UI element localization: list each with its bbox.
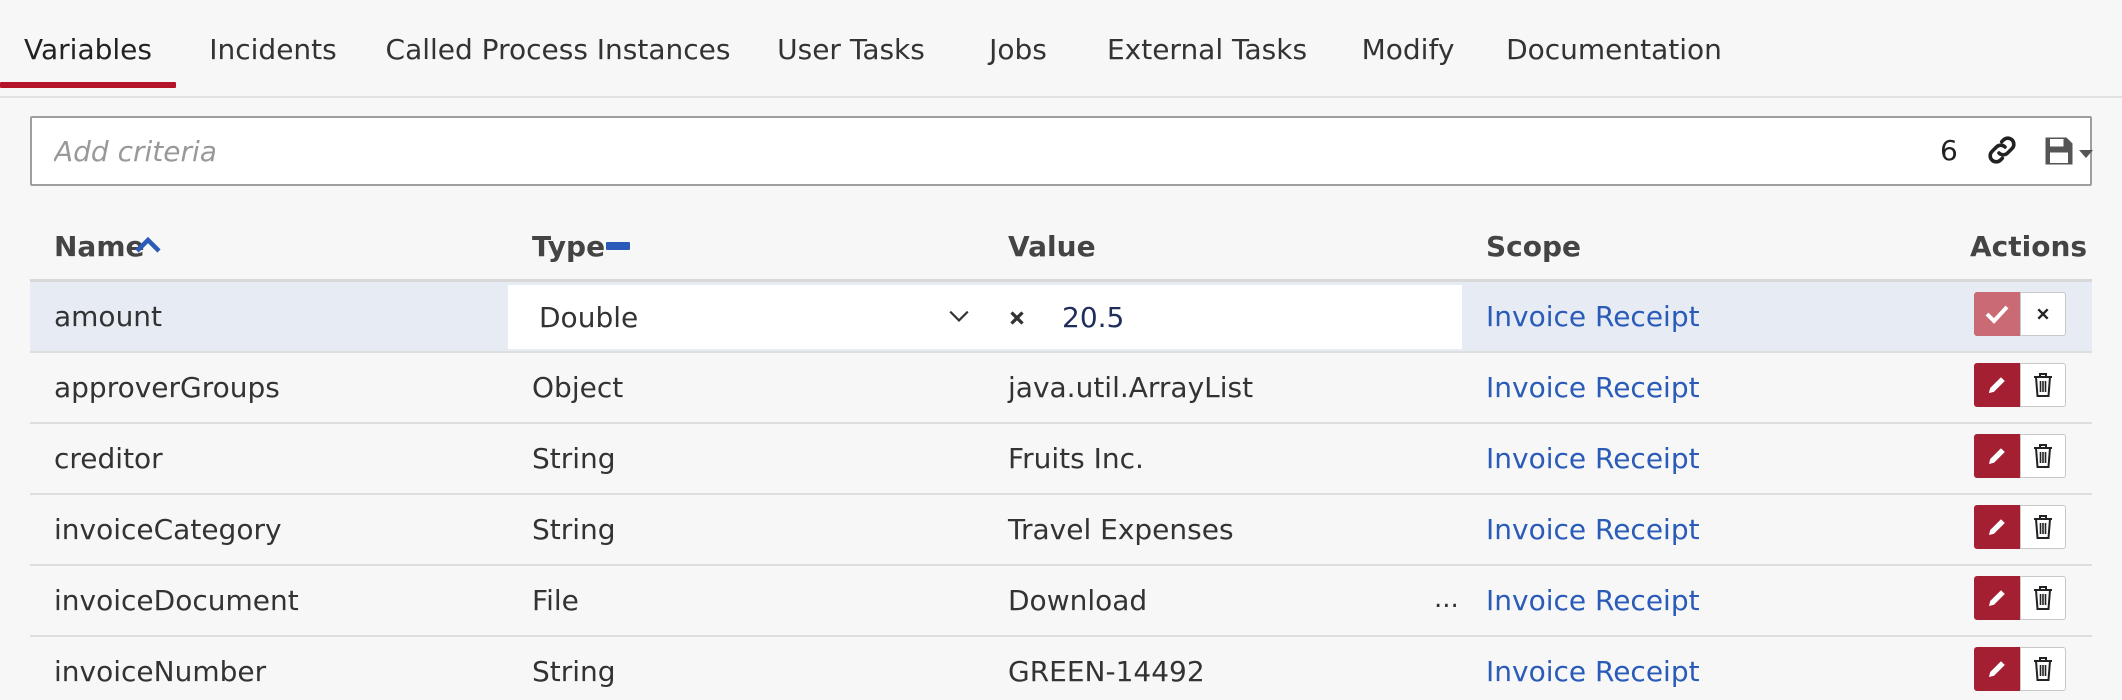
confirm-button[interactable] xyxy=(1974,292,2020,336)
delete-button[interactable] xyxy=(2020,647,2066,691)
row-actions xyxy=(1974,363,2066,409)
pencil-icon xyxy=(1989,448,2005,464)
tab-called-process-instances[interactable]: Called Process Instances xyxy=(386,0,731,98)
tab-jobs[interactable]: Jobs xyxy=(980,0,1056,98)
variable-type: String xyxy=(532,442,616,475)
variable-type: String xyxy=(532,513,616,546)
row-actions xyxy=(1974,434,2066,480)
variable-type: Object xyxy=(532,371,624,404)
chevron-down-icon xyxy=(949,310,969,322)
tab-incidents[interactable]: Incidents xyxy=(206,0,340,98)
value-input[interactable] xyxy=(1062,291,1442,343)
close-icon xyxy=(2037,308,2049,320)
row-actions xyxy=(1974,647,2066,693)
table-header: Name Type Value Scope Actions xyxy=(30,212,2092,282)
row-actions xyxy=(1974,292,2066,338)
more-options-icon[interactable]: ... xyxy=(1434,584,1459,614)
sort-ascending-icon[interactable] xyxy=(134,234,162,256)
link-icon[interactable] xyxy=(1984,132,2020,168)
clear-value-icon[interactable] xyxy=(1006,307,1028,329)
sort-none-icon[interactable] xyxy=(606,242,630,250)
variable-name: invoiceNumber xyxy=(54,655,267,688)
delete-button[interactable] xyxy=(2020,363,2066,407)
delete-button[interactable] xyxy=(2020,505,2066,549)
edit-button[interactable] xyxy=(1974,576,2020,620)
table-row: invoiceCategory String Travel Expenses I… xyxy=(30,495,2092,566)
tab-modify[interactable]: Modify xyxy=(1360,0,1456,98)
scope-link[interactable]: Invoice Receipt xyxy=(1486,566,1700,635)
row-actions xyxy=(1974,505,2066,551)
variable-value-link[interactable]: java.util.ArrayList xyxy=(1008,353,1253,422)
chevron-down-icon[interactable] xyxy=(2078,148,2094,160)
variable-value: Fruits Inc. xyxy=(1008,442,1144,475)
floppy-disk-icon[interactable] xyxy=(2044,136,2074,166)
variable-value: Travel Expenses xyxy=(1008,513,1234,546)
variable-name: invoiceCategory xyxy=(54,513,282,546)
result-count: 6 xyxy=(1940,134,1958,167)
trash-icon xyxy=(2034,515,2052,539)
table-row: creditor String Fruits Inc. Invoice Rece… xyxy=(30,424,2092,495)
header-type[interactable]: Type xyxy=(532,230,605,263)
header-value: Value xyxy=(1008,230,1096,263)
header-actions: Actions xyxy=(1970,230,2088,263)
delete-button[interactable] xyxy=(2020,434,2066,478)
table-row: invoiceNumber String GREEN-14492 Invoice… xyxy=(30,637,2092,700)
pencil-icon xyxy=(1989,519,2005,535)
variable-type: String xyxy=(532,655,616,688)
criteria-input[interactable] xyxy=(54,126,1854,176)
table-row: approverGroups Object java.util.ArrayLis… xyxy=(30,353,2092,424)
scope-link[interactable]: Invoice Receipt xyxy=(1486,424,1700,493)
tab-user-tasks[interactable]: User Tasks xyxy=(777,0,925,98)
table-row-editing: amount Double Invoice Receipt xyxy=(30,282,2092,353)
variable-name: invoiceDocument xyxy=(54,584,299,617)
trash-icon xyxy=(2034,657,2052,681)
checkmark-icon xyxy=(1985,305,2009,324)
variable-name: approverGroups xyxy=(54,371,280,404)
delete-button[interactable] xyxy=(2020,576,2066,620)
tab-external-tasks[interactable]: External Tasks xyxy=(1107,0,1307,98)
header-name[interactable]: Name xyxy=(54,230,145,263)
type-select-value: Double xyxy=(539,300,639,334)
trash-icon xyxy=(2034,373,2052,397)
type-select[interactable]: Double xyxy=(508,285,986,349)
edit-button[interactable] xyxy=(1974,647,2020,691)
cancel-button[interactable] xyxy=(2020,292,2066,336)
table-row: invoiceDocument File Download ... Invoic… xyxy=(30,566,2092,637)
variable-value: GREEN-14492 xyxy=(1008,655,1205,688)
edit-button[interactable] xyxy=(1974,363,2020,407)
pencil-icon xyxy=(1989,661,2005,677)
pencil-icon xyxy=(1989,377,2005,393)
tab-documentation[interactable]: Documentation xyxy=(1506,0,1722,98)
tab-variables[interactable]: Variables xyxy=(0,0,176,98)
tab-bar: Variables Incidents Called Process Insta… xyxy=(0,0,2122,98)
trash-icon xyxy=(2034,586,2052,610)
header-scope[interactable]: Scope xyxy=(1486,230,1581,263)
variable-name: creditor xyxy=(54,442,163,475)
scope-link[interactable]: Invoice Receipt xyxy=(1486,637,1700,700)
download-link[interactable]: Download xyxy=(1008,566,1147,635)
variable-type: File xyxy=(532,584,579,617)
variable-name: amount xyxy=(54,300,163,333)
scope-link[interactable]: Invoice Receipt xyxy=(1486,495,1700,564)
edit-button[interactable] xyxy=(1974,434,2020,478)
pencil-icon xyxy=(1989,590,2005,606)
trash-icon xyxy=(2034,444,2052,468)
edit-button[interactable] xyxy=(1974,505,2020,549)
row-actions xyxy=(1974,576,2066,622)
scope-link[interactable]: Invoice Receipt xyxy=(1486,353,1700,422)
scope-link[interactable]: Invoice Receipt xyxy=(1486,282,1700,351)
criteria-search-bar: 6 xyxy=(30,116,2094,186)
value-editor xyxy=(986,285,1462,349)
